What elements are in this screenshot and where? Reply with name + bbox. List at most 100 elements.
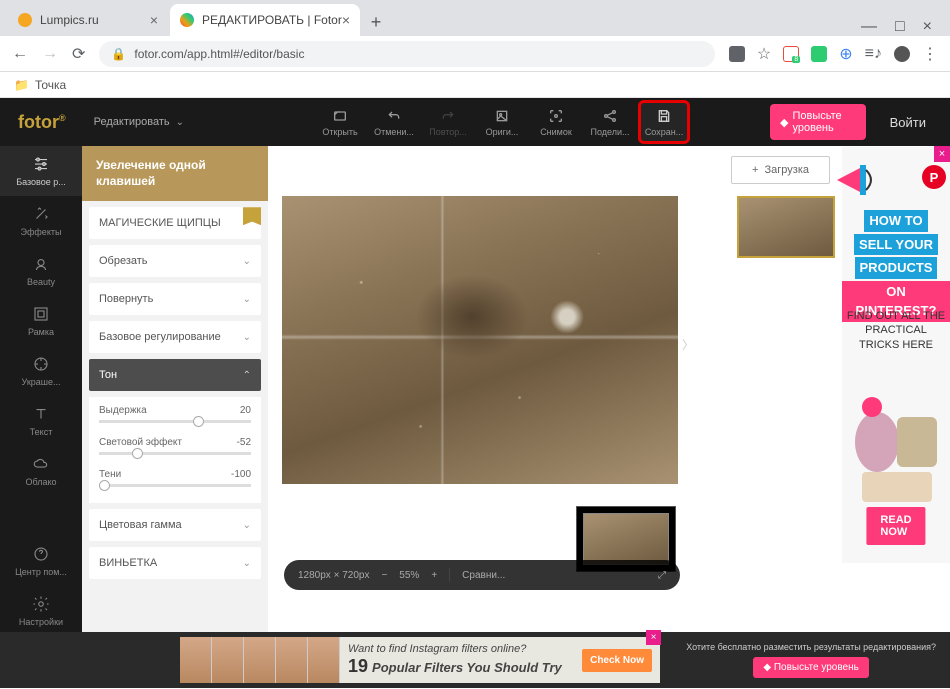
- expand-icon[interactable]: ⤢: [658, 570, 666, 581]
- nav-beauty[interactable]: Beauty: [0, 246, 82, 296]
- edit-dropdown[interactable]: Редактировать ⌄: [84, 116, 194, 128]
- close-icon[interactable]: ×: [342, 12, 350, 28]
- favicon-icon: [180, 13, 194, 27]
- upgrade-button-bottom[interactable]: ◆ Повысьте уровень: [753, 657, 868, 678]
- slider-thumb-icon[interactable]: [132, 448, 143, 459]
- fotor-logo[interactable]: fotor®: [0, 112, 84, 133]
- section-crop[interactable]: Обрезать⌄: [89, 245, 261, 277]
- folder-icon: 📁: [14, 78, 29, 92]
- right-ad: × P HOW TO SELL YOUR PRODUCTS ON PINTERE…: [842, 147, 950, 563]
- exposure-slider[interactable]: [99, 420, 251, 423]
- nav-effects[interactable]: Эффекты: [0, 196, 82, 246]
- slider-value: -52: [237, 437, 251, 448]
- lock-icon: 🔒: [111, 47, 126, 61]
- bookmark-label: Точка: [35, 78, 66, 92]
- translate-icon[interactable]: [729, 46, 745, 62]
- nav-help[interactable]: Центр пом...: [0, 536, 82, 586]
- pinterest-icon[interactable]: P: [922, 165, 946, 189]
- undo-button[interactable]: Отмени...: [368, 100, 420, 144]
- avatar-icon[interactable]: [894, 46, 910, 62]
- forward-icon[interactable]: →: [42, 45, 58, 63]
- save-button[interactable]: Сохран...: [638, 100, 690, 144]
- chevron-down-icon: ⌄: [243, 558, 251, 569]
- slider-value: 20: [240, 405, 251, 416]
- read-now-button[interactable]: READ NOW: [866, 507, 925, 545]
- maximize-icon[interactable]: □: [895, 18, 905, 36]
- menu-icon[interactable]: ⋮: [922, 44, 938, 64]
- shadows-slider[interactable]: [99, 484, 251, 487]
- minimize-icon[interactable]: —: [861, 18, 877, 36]
- light-slider[interactable]: [99, 452, 251, 455]
- bookmark-folder[interactable]: 📁 Точка: [14, 78, 66, 92]
- chevron-down-icon: ⌄: [243, 256, 251, 267]
- slider-thumb-icon[interactable]: [193, 416, 204, 427]
- bookmarks-bar: 📁 Точка: [0, 72, 950, 98]
- thumbnail[interactable]: [737, 196, 835, 258]
- close-window-icon[interactable]: ×: [923, 18, 932, 36]
- panel-header[interactable]: Увелечение одной клавишей: [82, 146, 268, 201]
- upgrade-button[interactable]: ◆Повысьте уровень: [770, 104, 866, 140]
- zoom-out-icon[interactable]: −: [381, 570, 387, 581]
- section-vignette[interactable]: ВИНЬЕТКА⌄: [89, 547, 261, 579]
- nav-frame[interactable]: Рамка: [0, 296, 82, 346]
- nav-stickers[interactable]: Украше...: [0, 346, 82, 396]
- ad-subtext: FIND OUT ALL THE PRACTICAL TRICKS HERE: [846, 309, 946, 352]
- playlist-icon[interactable]: ≡♪: [865, 45, 882, 63]
- zoom-in-icon[interactable]: +: [431, 570, 437, 581]
- zoom-pct: 55%: [399, 570, 419, 581]
- premium-badge-icon: [243, 207, 261, 225]
- main-image[interactable]: [282, 196, 678, 484]
- chevron-down-icon: ⌄: [243, 520, 251, 531]
- reload-icon[interactable]: ⟳: [72, 44, 85, 64]
- adjust-panel: Увелечение одной клавишей МАГИЧЕСКИЕ ЩИП…: [82, 146, 268, 688]
- zoom-dims: 1280px × 720px: [298, 570, 369, 581]
- extensions: ☆ 8 ⊕ ≡♪ ⋮: [729, 44, 938, 64]
- slider-thumb-icon[interactable]: [99, 480, 110, 491]
- section-magic[interactable]: МАГИЧЕСКИЕ ЩИПЦЫ: [89, 207, 261, 239]
- new-tab-button[interactable]: +: [362, 8, 390, 36]
- login-button[interactable]: Войти: [866, 115, 950, 130]
- megaphone-icon: [832, 155, 882, 205]
- header-tools: Открыть Отмени... Повтор... Ориги... Сни…: [314, 100, 690, 144]
- nav-text[interactable]: Текст: [0, 396, 82, 446]
- slider-value: -100: [231, 469, 251, 480]
- section-basic[interactable]: Базовое регулирование⌄: [89, 321, 261, 353]
- ad-close-button[interactable]: ×: [934, 146, 950, 162]
- edit-label: Редактировать: [94, 116, 170, 128]
- section-rotate[interactable]: Повернуть⌄: [89, 283, 261, 315]
- fotor-app: fotor® Редактировать ⌄ Открыть Отмени...…: [0, 98, 950, 688]
- ad-close-button[interactable]: ×: [646, 630, 661, 645]
- section-color[interactable]: Цветовая гамма⌄: [89, 509, 261, 541]
- globe-icon[interactable]: ⊕: [839, 44, 852, 64]
- back-icon[interactable]: ←: [12, 45, 28, 63]
- section-tone[interactable]: Тон⌃: [89, 359, 261, 391]
- bottom-ad[interactable]: × Want to find Instagram filters online?…: [180, 637, 660, 683]
- snapshot-button[interactable]: Снимок: [530, 100, 582, 144]
- tab-fotor[interactable]: РЕДАКТИРОВАТЬ | Fotor ×: [170, 4, 360, 36]
- left-nav: Базовое р... Эффекты Beauty Рамка Украше…: [0, 146, 82, 688]
- bottom-promo: Хотите бесплатно разместить результаты р…: [686, 642, 936, 679]
- original-button[interactable]: Ориги...: [476, 100, 528, 144]
- nav-settings[interactable]: Настройки: [0, 586, 82, 636]
- slider-label: Тени: [99, 469, 121, 480]
- url-text: fotor.com/app.html#/editor/basic: [134, 47, 304, 61]
- next-arrow-icon[interactable]: 〉: [682, 336, 694, 353]
- open-button[interactable]: Открыть: [314, 100, 366, 144]
- upload-button[interactable]: + Загрузка: [731, 156, 830, 184]
- share-button[interactable]: Подели...: [584, 100, 636, 144]
- app-header: fotor® Редактировать ⌄ Открыть Отмени...…: [0, 98, 950, 146]
- redo-button[interactable]: Повтор...: [422, 100, 474, 144]
- tab-lumpics[interactable]: Lumpics.ru ×: [8, 4, 168, 36]
- slider-label: Световой эффект: [99, 437, 182, 448]
- compare-button[interactable]: Сравни...: [462, 570, 505, 581]
- ext-green-icon[interactable]: [811, 46, 827, 62]
- nav-basic[interactable]: Базовое р...: [0, 146, 82, 196]
- ad-thumbnails: [180, 637, 340, 683]
- chevron-up-icon: ⌃: [243, 370, 251, 381]
- star-icon[interactable]: ☆: [757, 44, 771, 64]
- adblock-icon[interactable]: 8: [783, 46, 799, 62]
- url-input[interactable]: 🔒 fotor.com/app.html#/editor/basic: [99, 41, 715, 67]
- close-icon[interactable]: ×: [150, 12, 158, 28]
- check-now-button[interactable]: Check Now: [582, 649, 652, 672]
- nav-cloud[interactable]: Облако: [0, 446, 82, 496]
